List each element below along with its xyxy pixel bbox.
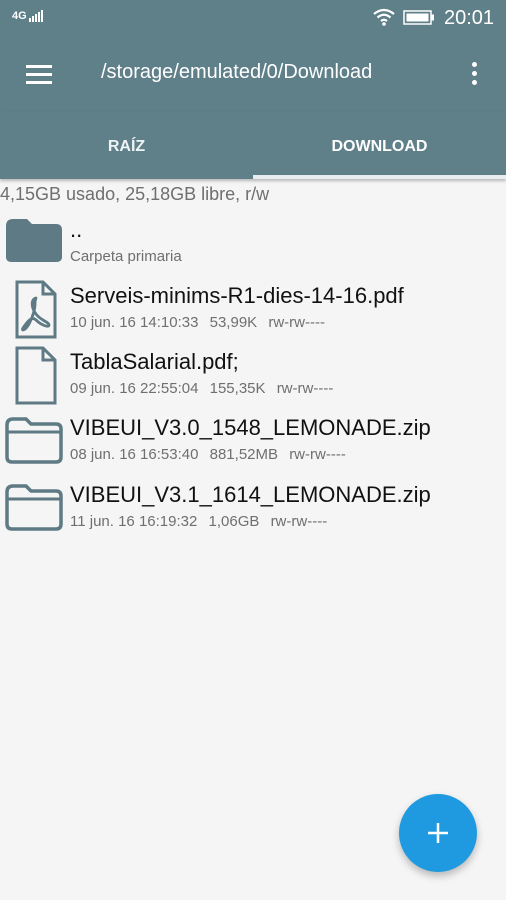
file-size: 1,06GB	[208, 513, 260, 530]
file-name: VIBEUI_V3.1_1614_LEMONADE.zip	[70, 482, 431, 507]
file-meta: 10 jun. 16 14:10:33 53,99K rw-rw----	[70, 314, 332, 331]
file-permissions: rw-rw----	[268, 314, 325, 331]
file-permissions: rw-rw----	[276, 380, 334, 397]
list-item-file[interactable]: VIBEUI_V3.0_1548_LEMONADE.zip 08 jun. 16…	[0, 412, 506, 478]
list-item-file[interactable]: VIBEUI_V3.1_1614_LEMONADE.zip 11 jun. 16…	[0, 479, 506, 545]
file-size: 53,99K	[209, 314, 258, 331]
file-meta: 11 jun. 16 16:19:32 1,06GB rw-rw----	[70, 513, 334, 530]
status-bar: 4G 20:01	[0, 0, 506, 36]
network-type: 4G	[12, 10, 27, 22]
file-date: 10 jun. 16 14:10:33	[70, 314, 199, 331]
battery-icon	[403, 10, 434, 25]
pdf-file-icon	[15, 280, 57, 339]
add-fab-button[interactable]	[399, 794, 477, 872]
file-meta: 09 jun. 16 22:55:04 155,35K rw-rw----	[70, 380, 340, 397]
file-size: 155,35K	[209, 380, 266, 397]
file-name: VIBEUI_V3.0_1548_LEMONADE.zip	[70, 415, 431, 440]
tab-download[interactable]: DOWNLOAD	[253, 112, 506, 179]
folder-outline-icon	[5, 484, 63, 531]
folder-filled-icon	[6, 219, 62, 262]
file-name: Serveis-minims-R1-dies-14-16.pdf	[70, 283, 404, 308]
network-indicator: 4G	[12, 10, 43, 22]
tab-raiz[interactable]: RAÍZ	[0, 112, 253, 179]
overflow-menu-button[interactable]	[462, 56, 486, 92]
list-item-file[interactable]: TablaSalarial.pdf; 09 jun. 16 22:55:04 1…	[0, 346, 506, 412]
wifi-icon	[373, 8, 395, 26]
file-meta: 08 jun. 16 16:53:40 881,52MB rw-rw----	[70, 446, 353, 463]
file-date: 09 jun. 16 22:55:04	[70, 380, 199, 397]
menu-button[interactable]	[22, 59, 56, 89]
storage-info: 4,15GB usado, 25,18GB libre, r/w	[0, 184, 270, 204]
file-permissions: rw-rw----	[270, 513, 328, 530]
file-manager-screen: 4G 20:01 /storage/emulated/0/Download RA…	[0, 0, 506, 900]
plus-icon	[428, 823, 448, 843]
signal-icon	[28, 10, 43, 22]
file-date: 11 jun. 16 16:19:32	[70, 513, 198, 530]
file-size: 881,52MB	[209, 446, 279, 463]
app-bar: /storage/emulated/0/Download	[0, 36, 506, 112]
file-name: TablaSalarial.pdf;	[70, 349, 239, 374]
tab-bar: RAÍZ DOWNLOAD	[0, 112, 506, 179]
file-date: 08 jun. 16 16:53:40	[70, 446, 199, 463]
file-permissions: rw-rw----	[289, 446, 346, 463]
file-name: ..	[70, 217, 83, 242]
list-item-file[interactable]: Serveis-minims-R1-dies-14-16.pdf 10 jun.…	[0, 280, 506, 346]
list-item-parent-folder[interactable]: .. Carpeta primaria	[0, 214, 506, 280]
current-path: /storage/emulated/0/Download	[101, 61, 373, 83]
status-time: 20:01	[444, 7, 495, 29]
document-file-icon	[15, 346, 57, 405]
selected-tab-indicator	[253, 175, 506, 179]
folder-outline-icon	[5, 417, 63, 464]
file-subtitle: Carpeta primaria	[70, 248, 182, 265]
